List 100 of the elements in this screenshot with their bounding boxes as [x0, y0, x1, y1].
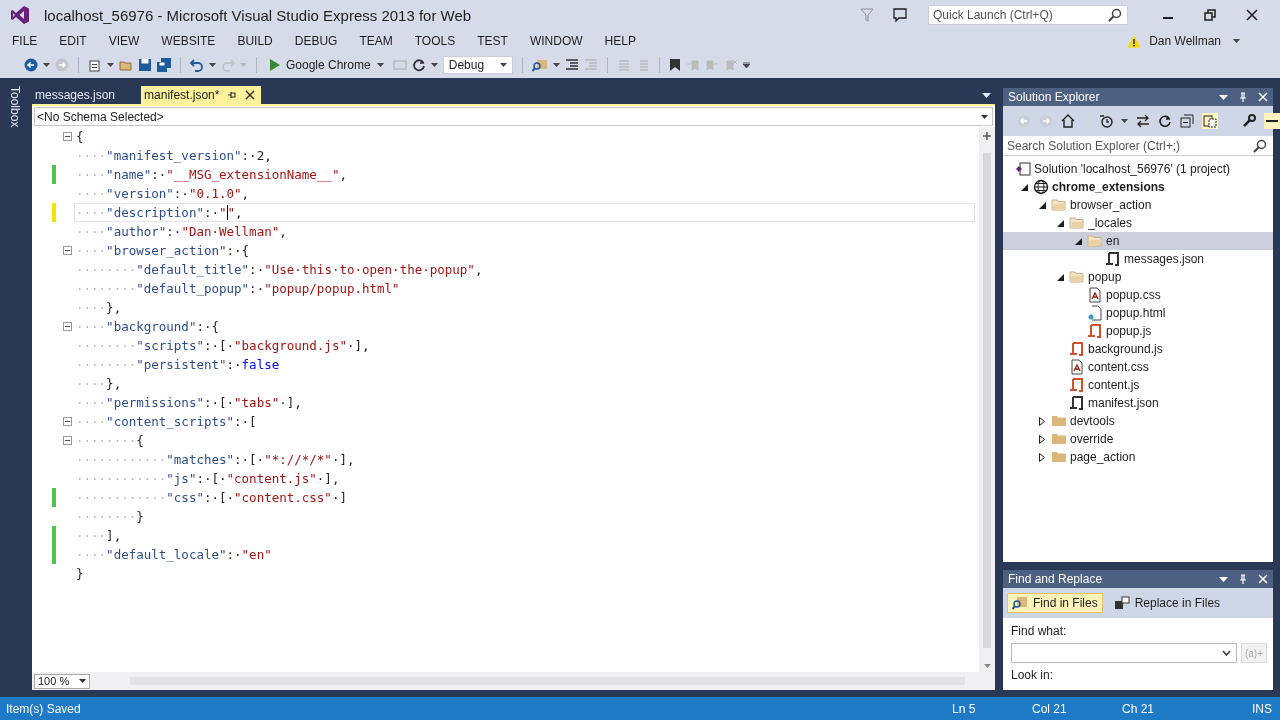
caret-icon[interactable]: [209, 63, 216, 67]
menu-item[interactable]: WINDOW: [521, 34, 591, 48]
caret-icon[interactable]: [43, 63, 50, 67]
menu-item[interactable]: HELP: [596, 34, 644, 48]
close-icon[interactable]: [245, 90, 256, 100]
menu-item[interactable]: TEAM: [351, 34, 401, 48]
configuration-dropdown[interactable]: Debug: [442, 56, 513, 74]
scroll-down-icon[interactable]: [983, 664, 991, 668]
caret-icon[interactable]: [1233, 39, 1240, 43]
pin-icon[interactable]: [1238, 574, 1248, 584]
refresh-icon[interactable]: [411, 58, 426, 72]
pin-icon[interactable]: [1238, 92, 1248, 102]
tree-item[interactable]: page_action: [1003, 448, 1273, 466]
dropdown-icon[interactable]: [1219, 576, 1228, 582]
expanded-arrow-icon[interactable]: [1074, 237, 1082, 245]
tree-item[interactable]: en: [1003, 232, 1273, 250]
caret-icon[interactable]: [1121, 119, 1128, 123]
save-all-icon[interactable]: [157, 58, 171, 72]
search-icon[interactable]: [1108, 8, 1122, 22]
preview-icon[interactable]: [1264, 113, 1280, 129]
refresh-icon[interactable]: [1158, 114, 1172, 128]
tree-item[interactable]: Solution 'localhost_56976' (1 project): [1003, 160, 1273, 178]
user-name[interactable]: Dan Wellman: [1149, 34, 1221, 48]
zoom-dropdown[interactable]: 100 %: [34, 673, 90, 689]
code-line: ····"manifest_version":·2,: [75, 147, 273, 165]
collapse-all-icon[interactable]: [1180, 114, 1194, 128]
collapse-icon[interactable]: [62, 246, 72, 255]
menu-item[interactable]: FILE: [4, 34, 46, 48]
tree-item[interactable]: chrome_extensions: [1003, 178, 1273, 196]
vertical-scrollbar[interactable]: [979, 127, 995, 672]
tree-item[interactable]: manifest.json: [1003, 394, 1273, 412]
folder-icon: [1051, 449, 1067, 465]
feedback-icon[interactable]: [892, 7, 908, 23]
warning-icon[interactable]: [1127, 34, 1142, 48]
show-all-files-icon[interactable]: [1202, 113, 1218, 129]
file-tab[interactable]: messages.json: [32, 86, 122, 104]
tree-item[interactable]: popup.css: [1003, 286, 1273, 304]
save-icon[interactable]: [138, 58, 152, 72]
tree-item[interactable]: browser_action: [1003, 196, 1273, 214]
overflow-icon[interactable]: [742, 62, 750, 68]
collapse-icon[interactable]: [62, 436, 72, 445]
tree-item[interactable]: content.js: [1003, 376, 1273, 394]
quick-launch-field[interactable]: Quick Launch (Ctrl+Q): [928, 5, 1128, 25]
tree-item[interactable]: popup: [1003, 268, 1273, 286]
find-what-field[interactable]: [1011, 643, 1237, 663]
home-icon[interactable]: [1061, 114, 1075, 128]
code-line: ····],: [75, 527, 123, 545]
expanded-arrow-icon[interactable]: [1056, 219, 1064, 227]
menu-item[interactable]: VIEW: [100, 34, 148, 48]
mode-tab[interactable]: Find in Files: [1007, 593, 1103, 613]
split-icon[interactable]: [982, 131, 992, 141]
indent-icon[interactable]: [564, 58, 579, 72]
collapse-icon[interactable]: [62, 417, 72, 426]
chevron-down-icon[interactable]: [1221, 650, 1231, 656]
caret-icon[interactable]: [430, 63, 438, 67]
bookmark-icon[interactable]: [668, 58, 681, 72]
tree-item[interactable]: devtools: [1003, 412, 1273, 430]
history-icon[interactable]: [1099, 114, 1113, 128]
tree-item[interactable]: popup.js: [1003, 322, 1273, 340]
undo-icon[interactable]: [190, 58, 204, 72]
collapse-icon[interactable]: [62, 322, 72, 331]
dropdown-icon[interactable]: [1219, 94, 1228, 100]
toolbox-tab[interactable]: Toolbox: [8, 86, 22, 130]
menu-item[interactable]: BUILD: [229, 34, 281, 48]
menu-item[interactable]: EDIT: [51, 34, 95, 48]
back-icon[interactable]: [24, 58, 38, 72]
tree-item[interactable]: background.js: [1003, 340, 1273, 358]
caret-icon[interactable]: [107, 63, 114, 67]
folder-icon[interactable]: [119, 58, 133, 72]
scroll-thumb[interactable]: [983, 153, 991, 648]
expanded-arrow-icon[interactable]: [1038, 201, 1046, 209]
tree-item[interactable]: content.css: [1003, 358, 1273, 376]
pin-icon[interactable]: [227, 90, 238, 100]
tree-item[interactable]: override: [1003, 430, 1273, 448]
new-project-icon[interactable]: [88, 58, 102, 72]
tree-item[interactable]: messages.json: [1003, 250, 1273, 268]
menu-item[interactable]: DEBUG: [286, 34, 346, 48]
mode-tab[interactable]: Replace in Files: [1108, 593, 1226, 613]
file-tab[interactable]: manifest.json*: [141, 86, 262, 104]
expanded-arrow-icon[interactable]: [1020, 183, 1028, 191]
expanded-arrow-icon[interactable]: [1056, 273, 1064, 281]
tree-item[interactable]: popup.html: [1003, 304, 1273, 322]
sync-icon[interactable]: [1136, 114, 1150, 128]
caret-icon[interactable]: [552, 63, 560, 67]
menu-item[interactable]: TEST: [469, 34, 516, 48]
code-line: ····"content_scripts":·[: [75, 413, 258, 431]
schema-dropdown[interactable]: <No Schema Selected>: [34, 107, 993, 126]
open-folder-icon: [1087, 233, 1103, 249]
tree-item[interactable]: _locales: [1003, 214, 1273, 232]
menu-item[interactable]: WEBSITE: [153, 34, 224, 48]
run-button[interactable]: Google Chrome: [266, 56, 388, 74]
collapse-icon[interactable]: [62, 132, 72, 141]
menu-item[interactable]: TOOLS: [406, 34, 464, 48]
find-icon[interactable]: [531, 58, 548, 72]
dropdown-icon[interactable]: [982, 92, 991, 98]
close-icon[interactable]: [1246, 9, 1258, 21]
search-icon[interactable]: [1253, 139, 1267, 153]
properties-icon[interactable]: [1242, 114, 1256, 128]
script-file-icon: [1087, 323, 1103, 339]
restore-icon[interactable]: [1204, 9, 1216, 21]
